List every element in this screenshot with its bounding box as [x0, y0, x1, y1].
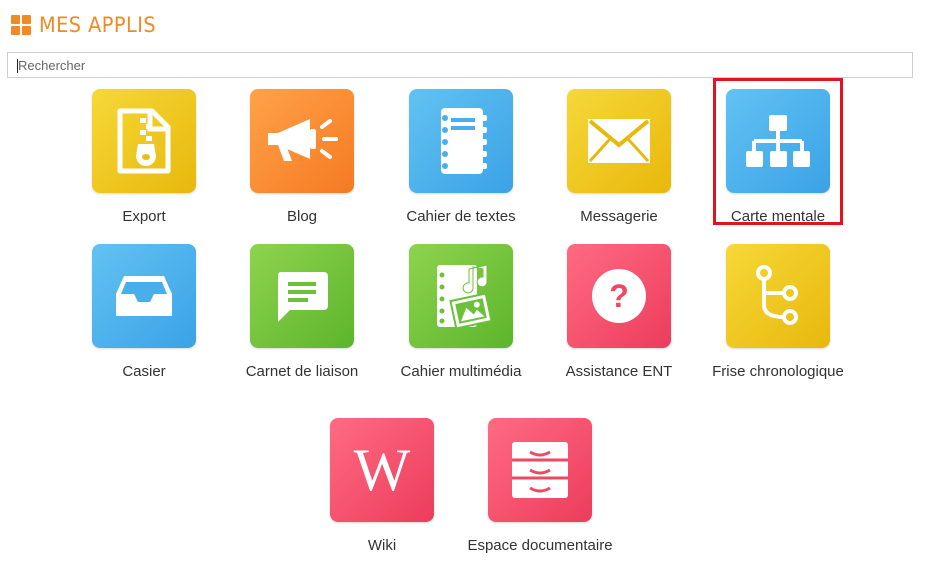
app-cahier-de-textes[interactable]: Cahier de textes — [386, 89, 536, 226]
app-label: Espace documentaire — [467, 537, 613, 554]
app-label: Cahier multimédia — [400, 363, 522, 380]
svg-text:?: ? — [609, 278, 629, 314]
notebook-icon — [441, 108, 487, 174]
text-caret — [17, 59, 18, 73]
app-tile[interactable] — [250, 89, 354, 193]
page-title: MES APPLIS — [39, 13, 157, 37]
app-tile[interactable]: W — [330, 418, 434, 522]
app-tile[interactable] — [250, 244, 354, 348]
app-tile[interactable] — [726, 244, 830, 348]
app-label: Export — [122, 208, 166, 225]
timeline-branch-icon — [756, 265, 798, 325]
inbox-tray-icon — [116, 276, 172, 316]
app-tile[interactable] — [92, 244, 196, 348]
app-tile[interactable] — [409, 244, 513, 348]
app-label: Wiki — [367, 537, 397, 554]
app-label: Blog — [286, 208, 318, 225]
question-icon: ? — [592, 269, 646, 323]
drawers-icon — [512, 442, 568, 498]
media-notebook-icon — [437, 264, 493, 330]
app-carnet-de-liaison[interactable]: Carnet de liaison — [227, 244, 377, 381]
svg-text:W: W — [354, 442, 411, 498]
app-espace-documentaire[interactable]: Espace documentaire — [465, 418, 615, 555]
app-label: Messagerie — [580, 208, 658, 225]
app-blog[interactable]: Blog — [227, 89, 377, 226]
app-label: Cahier de textes — [406, 208, 516, 225]
app-label: Carte mentale — [730, 208, 826, 225]
app-tile[interactable] — [567, 89, 671, 193]
app-tile[interactable]: ? — [567, 244, 671, 348]
megaphone-icon — [268, 119, 338, 161]
grid-icon — [11, 15, 31, 35]
app-tile[interactable] — [92, 89, 196, 193]
app-export[interactable]: Export — [69, 89, 219, 226]
wikipedia-w-icon: W — [354, 442, 411, 498]
zip-file-icon — [117, 108, 171, 174]
app-label: Carnet de liaison — [245, 363, 359, 380]
app-casier[interactable]: Casier — [69, 244, 219, 381]
app-label: Assistance ENT — [565, 363, 673, 380]
app-frise-chronologique[interactable]: Frise chronologique — [703, 244, 853, 381]
app-tile[interactable] — [488, 418, 592, 522]
app-tile[interactable] — [409, 89, 513, 193]
app-cahier-multimedia[interactable]: Cahier multimédia — [386, 244, 536, 381]
search-input[interactable] — [7, 52, 913, 78]
app-assistance-ent[interactable]: ? Assistance ENT — [544, 244, 694, 381]
app-wiki[interactable]: W Wiki — [307, 418, 457, 555]
app-label: Frise chronologique — [712, 363, 844, 380]
app-tile[interactable] — [726, 89, 830, 193]
app-carte-mentale[interactable]: Carte mentale — [703, 89, 853, 226]
app-messagerie[interactable]: Messagerie — [544, 89, 694, 226]
app-label: Casier — [122, 363, 166, 380]
hierarchy-icon — [746, 115, 810, 167]
page-header: MES APPLIS — [11, 10, 166, 40]
envelope-icon — [588, 119, 650, 163]
chat-bubble-icon — [277, 272, 328, 322]
